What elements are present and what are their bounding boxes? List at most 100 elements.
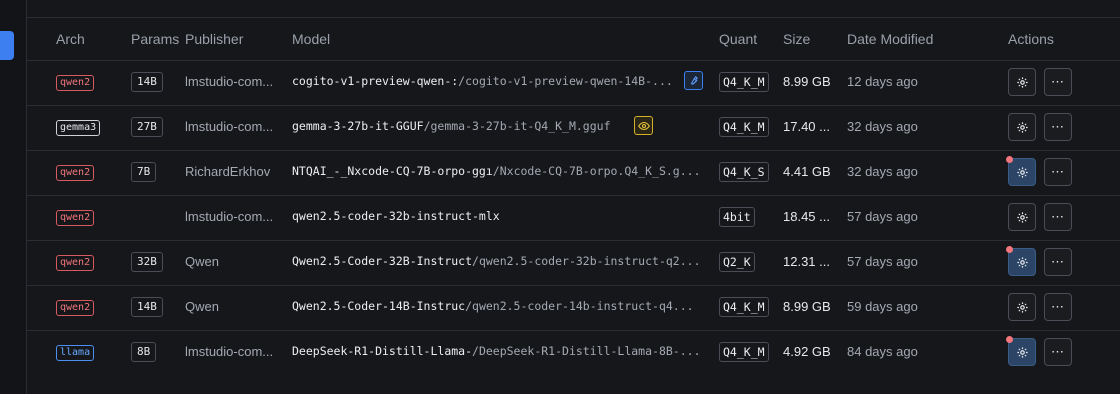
column-header-publisher[interactable]: Publisher — [185, 31, 243, 47]
date-modified: 57 days ago — [847, 209, 918, 224]
rail-active-indicator[interactable] — [0, 31, 14, 60]
publisher-name: lmstudio-com... — [185, 344, 274, 359]
model-repo: Qwen2.5-Coder-14B-Instruc — [292, 299, 466, 313]
vision-eye-icon — [634, 116, 653, 135]
arch-badge: qwen2 — [56, 255, 95, 271]
gear-icon — [1016, 166, 1029, 179]
model-file: /cogito-v1-preview-qwen-14B-... — [458, 74, 673, 88]
model-repo: qwen2.5-coder-32b-instruct-mlx — [292, 209, 500, 223]
file-size: 8.99 GB — [783, 74, 831, 89]
settings-button[interactable] — [1008, 203, 1036, 231]
arch-badge: qwen2 — [56, 75, 95, 91]
file-size: 17.40 ... — [783, 119, 830, 134]
notification-dot — [1006, 246, 1013, 253]
table-row[interactable]: llama 8B lmstudio-com... DeepSeek-R1-Distil… — [27, 330, 1120, 376]
settings-button[interactable] — [1008, 113, 1036, 141]
publisher-name: RichardErkhov — [185, 164, 271, 179]
date-modified: 84 days ago — [847, 344, 918, 359]
date-modified: 32 days ago — [847, 119, 918, 134]
notification-dot — [1006, 156, 1013, 163]
arch-badge: llama — [56, 345, 95, 361]
model-file: /qwen2.5-coder-32b-instruct-q2... — [472, 254, 701, 268]
table-row[interactable]: gemma3 27B lmstudio-com... gemma-3-27b-it-G… — [27, 105, 1120, 151]
gear-icon — [1016, 76, 1029, 89]
file-size: 18.45 ... — [783, 209, 830, 224]
gear-icon — [1016, 211, 1029, 224]
date-modified: 57 days ago — [847, 254, 918, 269]
column-header-model[interactable]: Model — [292, 31, 330, 47]
more-horizontal-icon: ⋯ — [1051, 299, 1065, 314]
params-badge: 14B — [131, 297, 163, 317]
quant-badge: Q4_K_S — [719, 162, 769, 182]
model-file: /DeepSeek-R1-Distill-Llama-8B-... — [472, 344, 701, 358]
notification-dot — [1006, 336, 1013, 343]
table-row[interactable]: qwen2 7B RichardErkhov NTQAI_-_Nxcode-CQ-7B… — [27, 150, 1120, 196]
model-path[interactable]: Qwen2.5-Coder-32B-Instruct/qwen2.5-coder… — [292, 254, 712, 268]
column-header-params[interactable]: Params — [131, 31, 179, 47]
quant-badge: Q4_K_M — [719, 297, 769, 317]
settings-button[interactable] — [1008, 158, 1036, 186]
gear-icon — [1016, 256, 1029, 269]
model-repo: cogito-v1-preview-qwen-: — [292, 74, 459, 88]
gear-icon — [1016, 301, 1029, 314]
more-options-button[interactable]: ⋯ — [1044, 113, 1072, 141]
model-path[interactable]: qwen2.5-coder-32b-instruct-mlx — [292, 209, 712, 223]
settings-button[interactable] — [1008, 338, 1036, 366]
gear-icon — [1016, 346, 1029, 359]
column-header-arch[interactable]: Arch — [56, 31, 85, 47]
publisher-name: lmstudio-com... — [185, 119, 274, 134]
arch-badge: qwen2 — [56, 210, 95, 226]
column-header-actions: Actions — [1008, 31, 1054, 47]
table-header: Arch Params Publisher Model Quant Size D… — [27, 18, 1120, 60]
file-size: 4.92 GB — [783, 344, 831, 359]
gear-icon — [1016, 121, 1029, 134]
model-repo: DeepSeek-R1-Distill-Llama- — [292, 344, 473, 358]
column-header-date-modified[interactable]: Date Modified — [847, 31, 933, 47]
model-repo: NTQAI_-_Nxcode-CQ-7B-orpo-ggı — [292, 164, 493, 178]
table-row[interactable]: qwen2 32B Qwen Qwen2.5-Coder-32B-Instruct/q… — [27, 240, 1120, 286]
settings-button[interactable] — [1008, 293, 1036, 321]
table-row[interactable]: qwen2 14B lmstudio-com... cogito-v1-preview… — [27, 60, 1120, 106]
more-horizontal-icon: ⋯ — [1051, 209, 1065, 224]
more-options-button[interactable]: ⋯ — [1044, 158, 1072, 186]
arch-badge: gemma3 — [56, 120, 101, 136]
model-repo: Qwen2.5-Coder-32B-Instruct — [292, 254, 473, 268]
column-header-size[interactable]: Size — [783, 31, 810, 47]
date-modified: 12 days ago — [847, 74, 918, 89]
table-row[interactable]: qwen2 14B Qwen Qwen2.5-Coder-14B-Instruc/qw… — [27, 285, 1120, 331]
params-badge: 7B — [131, 162, 157, 182]
model-path[interactable]: DeepSeek-R1-Distill-Llama-/DeepSeek-R1-D… — [292, 344, 712, 358]
model-path[interactable]: NTQAI_-_Nxcode-CQ-7B-orpo-ggı/Nxcode-CQ-… — [292, 164, 712, 178]
publisher-name: lmstudio-com... — [185, 209, 274, 224]
date-modified: 59 days ago — [847, 299, 918, 314]
settings-button[interactable] — [1008, 68, 1036, 96]
quant-badge: Q4_K_M — [719, 342, 769, 362]
table-row[interactable]: qwen2 lmstudio-com... qwen2.5-coder-32b-in… — [27, 195, 1120, 241]
tool-use-icon — [684, 71, 703, 90]
more-horizontal-icon: ⋯ — [1051, 74, 1065, 89]
left-rail — [0, 0, 27, 394]
model-path[interactable]: Qwen2.5-Coder-14B-Instruc/qwen2.5-coder-… — [292, 299, 712, 313]
params-badge: 14B — [131, 72, 163, 92]
more-horizontal-icon: ⋯ — [1051, 254, 1065, 269]
quant-badge: Q4_K_M — [719, 72, 769, 92]
settings-button[interactable] — [1008, 248, 1036, 276]
more-options-button[interactable]: ⋯ — [1044, 293, 1072, 321]
more-options-button[interactable]: ⋯ — [1044, 248, 1072, 276]
file-size: 4.41 GB — [783, 164, 831, 179]
more-horizontal-icon: ⋯ — [1051, 344, 1065, 359]
publisher-name: Qwen — [185, 299, 219, 314]
params-badge: 32B — [131, 252, 163, 272]
file-size: 8.99 GB — [783, 299, 831, 314]
date-modified: 32 days ago — [847, 164, 918, 179]
model-repo: gemma-3-27b-it-GGUF — [292, 119, 424, 133]
more-options-button[interactable]: ⋯ — [1044, 338, 1072, 366]
quant-badge: 4bit — [719, 207, 755, 227]
more-options-button[interactable]: ⋯ — [1044, 68, 1072, 96]
arch-badge: qwen2 — [56, 165, 95, 181]
more-options-button[interactable]: ⋯ — [1044, 203, 1072, 231]
model-path[interactable]: cogito-v1-preview-qwen-:/cogito-v1-previ… — [292, 74, 712, 88]
column-header-quant[interactable]: Quant — [719, 31, 757, 47]
quant-badge: Q4_K_M — [719, 117, 769, 137]
more-horizontal-icon: ⋯ — [1051, 119, 1065, 134]
